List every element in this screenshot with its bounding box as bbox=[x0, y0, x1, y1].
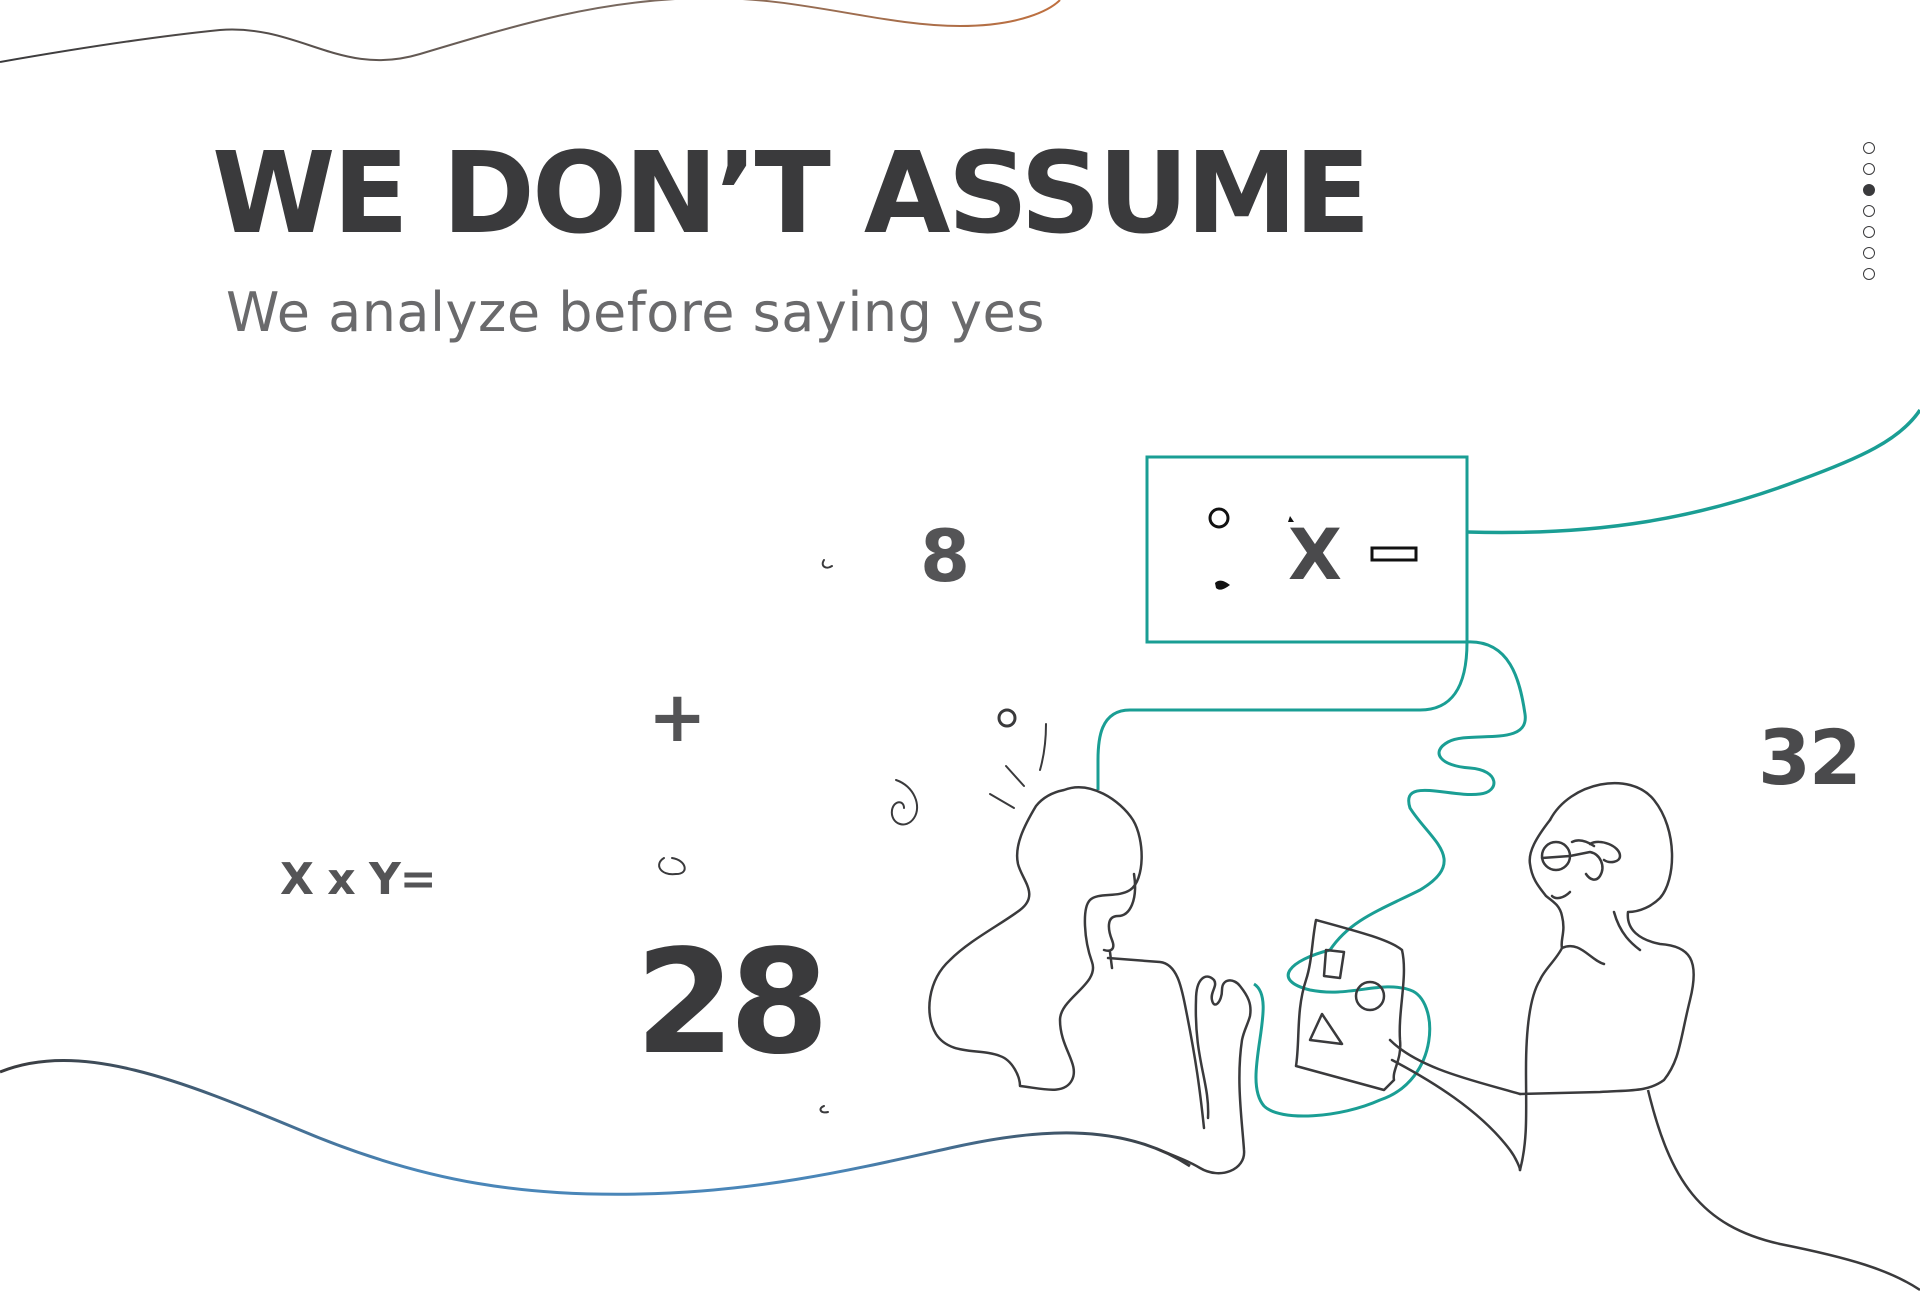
equation-text: X x Y= bbox=[280, 854, 437, 905]
pager-dot-2[interactable] bbox=[1863, 163, 1875, 175]
slide-pager bbox=[1863, 142, 1877, 280]
bottom-wave-line bbox=[0, 1059, 1191, 1196]
number-twenty-eight: 28 bbox=[635, 918, 829, 1086]
page-subtitle: We analyze before saying yes bbox=[226, 281, 1045, 344]
pager-dot-7[interactable] bbox=[1863, 268, 1875, 280]
plus-sign: + bbox=[648, 676, 707, 758]
pager-dot-1[interactable] bbox=[1863, 142, 1875, 154]
bottom-right-wave-line bbox=[1646, 1089, 1920, 1292]
number-eight: 8 bbox=[920, 514, 971, 598]
board-cable-right bbox=[1466, 409, 1920, 535]
board-drop-icon bbox=[1215, 580, 1230, 590]
board-rectangle-icon bbox=[1370, 546, 1418, 562]
tablet-device bbox=[1294, 918, 1406, 1092]
number-thirty-two: 32 bbox=[1758, 713, 1862, 802]
board-cable-left bbox=[1096, 641, 1469, 790]
tablet-circle-icon bbox=[1354, 980, 1386, 1012]
tablet-triangle-icon bbox=[1308, 1012, 1344, 1046]
board-circle-icon bbox=[1208, 507, 1230, 529]
page-title: WE DON’T ASSUME bbox=[212, 129, 1371, 259]
woman-figure bbox=[928, 786, 1252, 1175]
small-circle-doodle bbox=[997, 708, 1017, 728]
pager-dot-6[interactable] bbox=[1863, 247, 1875, 259]
tablet-square-icon bbox=[1322, 948, 1346, 980]
pager-dot-5[interactable] bbox=[1863, 226, 1875, 238]
pager-dot-3-active[interactable] bbox=[1863, 184, 1875, 196]
board-cable-wiggle bbox=[1253, 640, 1527, 1118]
board-x-symbol: X bbox=[1288, 514, 1342, 596]
top-wave-line bbox=[0, 0, 1061, 63]
pager-dot-4[interactable] bbox=[1863, 205, 1875, 217]
